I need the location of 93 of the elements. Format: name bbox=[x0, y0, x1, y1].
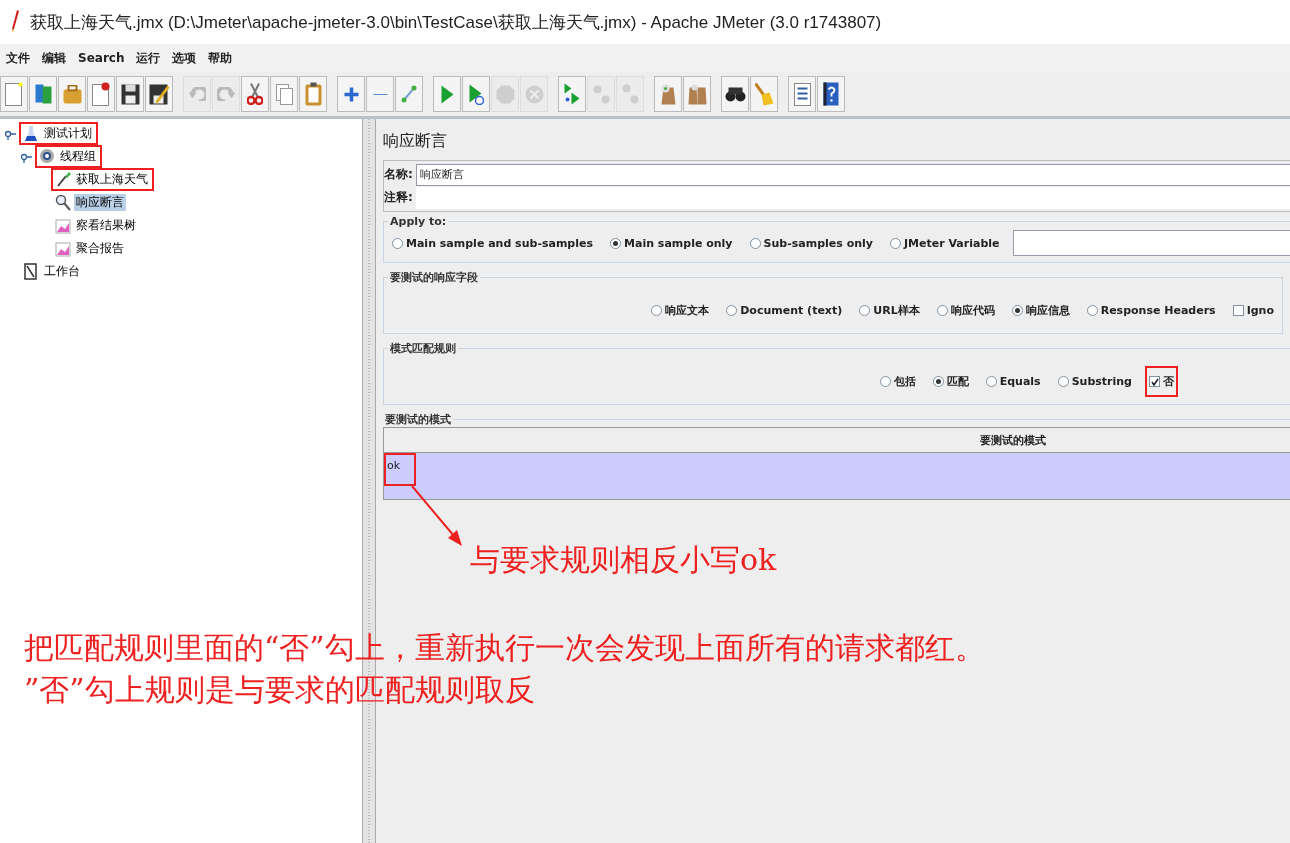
new-button[interactable] bbox=[0, 76, 28, 112]
briefcase-icon bbox=[62, 84, 82, 104]
radio-option[interactable]: 响应代码 bbox=[932, 298, 999, 322]
field-label: 注释: bbox=[384, 189, 413, 206]
clear-button[interactable] bbox=[654, 76, 682, 112]
menu-item[interactable]: 文件 bbox=[2, 47, 34, 69]
help-button[interactable] bbox=[817, 76, 845, 112]
tree-item[interactable]: 线程组 bbox=[58, 148, 98, 165]
cut-button[interactable] bbox=[241, 76, 269, 112]
help-icon bbox=[823, 82, 839, 106]
magnifier-icon bbox=[55, 194, 71, 211]
name-field[interactable]: 响应断言 bbox=[415, 163, 1290, 186]
annotation-text: ”否”勾上规则是与要求的匹配规则取反 bbox=[24, 671, 536, 709]
document-close-icon bbox=[92, 82, 110, 106]
group-title: 要测试的响应字段 bbox=[389, 270, 479, 285]
radio-option[interactable]: Main sample only bbox=[606, 232, 737, 254]
pipette-icon bbox=[55, 171, 71, 188]
copy-icon bbox=[275, 83, 293, 105]
panel-title: 响应断言 bbox=[383, 131, 448, 152]
menu-item[interactable]: 编辑 bbox=[38, 47, 70, 69]
save-as-icon bbox=[148, 83, 170, 105]
undo-icon bbox=[187, 86, 207, 102]
radio-option[interactable]: JMeter Variable bbox=[885, 232, 1004, 254]
paste-button[interactable] bbox=[299, 76, 327, 112]
clipboard-icon bbox=[304, 82, 322, 106]
plus-icon bbox=[343, 86, 359, 102]
tree-item[interactable]: 获取上海天气 bbox=[74, 171, 150, 188]
list-icon bbox=[793, 82, 811, 106]
tree-item[interactable]: 工作台 bbox=[42, 263, 82, 280]
document-icon bbox=[5, 82, 23, 106]
menu-item[interactable]: 选项 bbox=[168, 47, 201, 69]
annotation-text: 与要求规则相反小写ok bbox=[470, 541, 777, 579]
checkmark-icon bbox=[1150, 376, 1159, 386]
play-icon bbox=[440, 84, 454, 104]
remote-play-icon bbox=[564, 83, 580, 105]
scissors-icon bbox=[247, 83, 263, 105]
clear-all-button[interactable] bbox=[683, 76, 711, 112]
menu-item[interactable]: 运行 bbox=[132, 47, 165, 69]
radio-option[interactable]: URL样本 bbox=[855, 298, 924, 322]
templates-button[interactable] bbox=[29, 76, 57, 112]
start-no-pause-button[interactable] bbox=[462, 76, 490, 112]
tree-item[interactable]: 测试计划 bbox=[42, 125, 94, 142]
radio-option[interactable]: Main sample and sub-samples bbox=[388, 232, 598, 254]
field-label: 名称: bbox=[384, 166, 413, 183]
group-title: 模式匹配规则 bbox=[389, 341, 457, 356]
tree-item[interactable]: 察看结果树 bbox=[74, 217, 138, 234]
radio-option[interactable]: Equals bbox=[981, 370, 1045, 392]
search-button[interactable] bbox=[721, 76, 749, 112]
radio-option[interactable]: 包括 bbox=[875, 369, 920, 393]
remote-start-button[interactable] bbox=[558, 76, 586, 112]
shutdown-icon bbox=[524, 84, 544, 104]
open-button[interactable] bbox=[58, 76, 86, 112]
chart-icon bbox=[55, 217, 71, 234]
save-icon bbox=[120, 83, 140, 105]
expand-button[interactable] bbox=[337, 76, 365, 112]
books-icon bbox=[34, 84, 52, 104]
tree-item[interactable]: 聚合报告 bbox=[74, 240, 126, 257]
save-as-button[interactable] bbox=[145, 76, 173, 112]
play-icon bbox=[468, 83, 484, 105]
menu-item[interactable]: 帮助 bbox=[204, 47, 237, 69]
toggle-button[interactable] bbox=[395, 76, 423, 112]
comment-field[interactable] bbox=[415, 186, 1290, 209]
flask-icon bbox=[23, 125, 39, 142]
radio-option[interactable]: 响应信息 bbox=[1007, 298, 1074, 322]
stop-icon bbox=[495, 84, 515, 104]
notebook-icon bbox=[23, 263, 39, 280]
group-title: Apply to: bbox=[389, 215, 448, 228]
functions-button[interactable] bbox=[788, 76, 816, 112]
table-cell: ok bbox=[384, 453, 417, 486]
radio-option[interactable]: Substring bbox=[1053, 370, 1136, 392]
radio-option[interactable]: 匹配 bbox=[928, 369, 973, 393]
chart-icon bbox=[55, 240, 71, 257]
checkbox-option[interactable]: Igno bbox=[1228, 299, 1278, 321]
group-title: 要测试的模式 bbox=[384, 412, 452, 427]
radio-option[interactable]: 响应文本 bbox=[647, 298, 714, 322]
checkbox-option[interactable]: 否 bbox=[1145, 365, 1178, 397]
annotation-text: 把匹配规则里面的“否”勾上，重新执行一次会发现上面所有的请求都红。 bbox=[24, 629, 985, 667]
start-button[interactable] bbox=[433, 76, 461, 112]
callout-arrow bbox=[411, 485, 462, 546]
minus-icon bbox=[372, 93, 388, 95]
copy-button[interactable] bbox=[270, 76, 298, 112]
binoculars-icon bbox=[724, 86, 746, 102]
close-button[interactable] bbox=[87, 76, 115, 112]
redo-icon bbox=[216, 86, 236, 102]
menu-item[interactable]: Search bbox=[74, 49, 129, 67]
save-button[interactable] bbox=[116, 76, 144, 112]
radio-option[interactable]: Response Headers bbox=[1082, 299, 1220, 321]
table-row[interactable]: ok bbox=[384, 453, 1290, 499]
radio-option[interactable]: Sub-samples only bbox=[745, 232, 877, 254]
gear-icon bbox=[39, 148, 55, 165]
radio-option[interactable]: Document (text) bbox=[722, 299, 847, 321]
window-title: 获取上海天气.jmx (D:\Jmeter\apache-jmeter-3.0\bin\TestCase\获取上海天气.jmx) - Apache JMeter (3.0 r1743807) bbox=[30, 11, 882, 34]
tree-item[interactable]: 响应断言 bbox=[74, 194, 126, 211]
